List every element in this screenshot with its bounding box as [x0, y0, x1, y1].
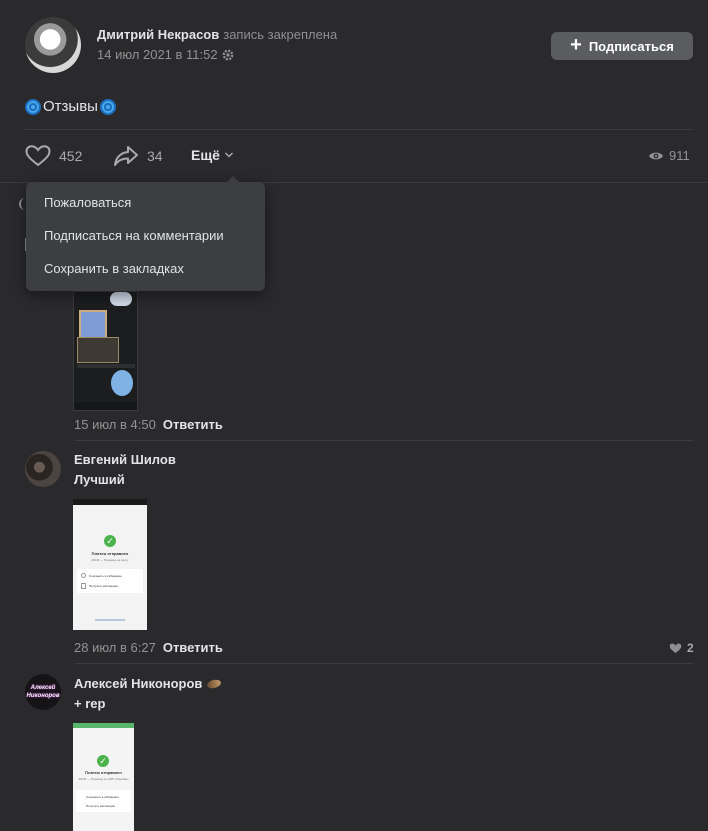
- plus-icon: +: [570, 34, 582, 56]
- message-bubble: [77, 364, 135, 368]
- payment-subtitle: 250 ₽ — Перевод по СБП Сбербанк: [78, 777, 129, 781]
- reply-button[interactable]: Ответить: [163, 640, 223, 655]
- more-label: Ещё: [191, 147, 220, 163]
- card-row-label: Сохранить в избранное: [86, 795, 119, 799]
- message-bubble: [77, 337, 119, 363]
- receipt-icon: [81, 583, 86, 589]
- divider: [25, 129, 693, 130]
- gear-icon: [222, 49, 234, 60]
- payment-title: Платеж отправлен: [85, 770, 122, 775]
- check-circle-icon: ✓: [104, 535, 116, 547]
- card-row-label: Получить квитанцию: [89, 584, 118, 588]
- post-text: Отзывы: [25, 98, 116, 115]
- chevron-down-icon: [224, 152, 233, 158]
- sticker-image: [110, 292, 132, 306]
- menu-item-report[interactable]: Пожаловаться: [44, 195, 131, 210]
- share-button[interactable]: 34: [113, 145, 163, 167]
- post-author[interactable]: Дмитрий Некрасов запись закреплена: [97, 27, 337, 42]
- menu-item-subscribe-comments[interactable]: Подписаться на комментарии: [44, 228, 224, 243]
- payment-title: Платеж отправлен: [91, 551, 129, 556]
- views-counter: 911: [648, 148, 690, 163]
- sticker-image: [79, 310, 107, 340]
- post-date: 14 июл 2021 в 11:52: [97, 47, 234, 62]
- input-bar: [74, 402, 137, 410]
- like-count: 452: [59, 148, 83, 164]
- commenter-name: Алексей Никоноров: [74, 676, 223, 691]
- cyclone-emoji-icon: [25, 98, 41, 115]
- avatar-logo-text: Алексей Никоноров: [26, 685, 60, 699]
- comment-date[interactable]: 28 июл в 6:27: [74, 640, 156, 655]
- comment-meta: 28 июл в 6:27 Ответить: [74, 640, 223, 655]
- reply-button[interactable]: Ответить: [163, 417, 223, 432]
- payment-subtitle: 200 ₽ — Перевод на карту: [91, 558, 129, 562]
- heart-icon: [669, 643, 682, 653]
- author-name[interactable]: Дмитрий Некрасов: [97, 27, 219, 42]
- comment-attachment-image[interactable]: ✓ Платеж отправлен 250 ₽ — Перевод по СБ…: [73, 723, 134, 831]
- emoji-icon: [206, 677, 223, 690]
- comment-text: Лучший: [74, 472, 125, 487]
- views-count: 911: [669, 148, 690, 163]
- commenter-avatar[interactable]: Алексей Никоноров: [25, 674, 61, 710]
- comment-meta: 15 июл в 4:50 Ответить: [74, 417, 223, 432]
- cyclone-emoji-icon: [99, 98, 116, 115]
- star-icon: [81, 573, 86, 578]
- post-date-text[interactable]: 14 июл 2021 в 11:52: [97, 47, 218, 62]
- eye-icon: [649, 152, 663, 159]
- comment-attachment-image[interactable]: ✓ Платеж отправлен 200 ₽ — Перевод на ка…: [73, 499, 147, 630]
- action-card: Сохранить в избранное Получить квитанцию: [77, 569, 143, 593]
- comment-like-button[interactable]: 2: [669, 641, 694, 655]
- more-button[interactable]: Ещё: [191, 147, 234, 163]
- author-avatar[interactable]: [25, 17, 81, 73]
- comment-like-count: 2: [687, 641, 694, 655]
- post-text-label: Отзывы: [43, 98, 98, 115]
- status-bar: [73, 723, 134, 728]
- comment-text: + rep: [74, 696, 106, 711]
- card-row-label: Сохранить в избранное: [89, 574, 122, 578]
- divider: [74, 663, 693, 664]
- more-dropdown: Пожаловаться Подписаться на комментарии …: [26, 182, 265, 291]
- card-row-label: Получить квитанцию: [86, 804, 115, 808]
- subscribe-label: Подписаться: [588, 38, 674, 54]
- share-arrow-icon: [114, 146, 138, 166]
- comment-attachment-image[interactable]: [73, 291, 138, 411]
- status-bar: [73, 499, 147, 505]
- menu-item-bookmark[interactable]: Сохранить в закладках: [44, 261, 184, 276]
- sticker-image: [111, 370, 133, 396]
- heart-icon: [25, 145, 51, 167]
- action-card: Сохранить в избранное Получить квитанцию: [76, 790, 131, 812]
- check-circle-icon: ✓: [97, 755, 109, 767]
- commenter-name[interactable]: Евгений Шилов: [74, 452, 176, 467]
- commenter-name-text[interactable]: Алексей Никоноров: [74, 676, 202, 691]
- like-button[interactable]: 452: [25, 145, 82, 167]
- subscribe-button[interactable]: + Подписаться: [551, 32, 693, 60]
- divider: [74, 440, 693, 441]
- comment-date[interactable]: 15 июл в 4:50: [74, 417, 156, 432]
- pinned-note: запись закреплена: [223, 27, 338, 42]
- commenter-avatar[interactable]: [25, 451, 61, 487]
- share-count: 34: [147, 148, 163, 164]
- bottom-link: [95, 619, 125, 621]
- dropdown-arrow: [226, 176, 240, 183]
